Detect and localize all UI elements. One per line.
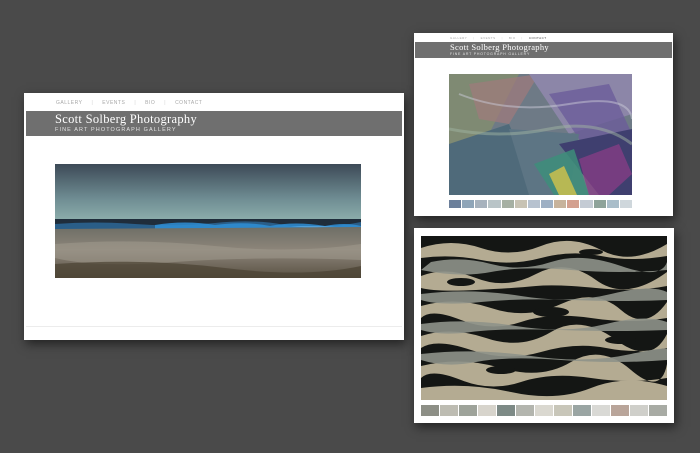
nav-item-gallery[interactable]: Gallery bbox=[450, 36, 467, 40]
nav-separator: | bbox=[521, 36, 523, 40]
thumbnail[interactable] bbox=[606, 200, 619, 208]
nav-separator: | bbox=[134, 100, 137, 106]
thumbnail[interactable] bbox=[619, 200, 632, 208]
thumbnail[interactable] bbox=[462, 200, 475, 208]
abstract-image bbox=[449, 74, 632, 195]
thumbnail[interactable] bbox=[475, 200, 488, 208]
thumbnail[interactable] bbox=[514, 200, 527, 208]
site-subtitle: FINE ART PHOTOGRAPH GALLERY bbox=[450, 52, 531, 56]
thumbnail[interactable] bbox=[593, 200, 606, 208]
thumbnail[interactable] bbox=[527, 200, 540, 208]
nav-bar: Gallery | Events | Bio | Contact bbox=[450, 36, 547, 40]
screenshot-top-right: Gallery | Events | Bio | Contact Scott S… bbox=[414, 33, 673, 216]
thumbnail[interactable] bbox=[540, 200, 554, 208]
thumbnail[interactable] bbox=[630, 405, 648, 416]
thumbnail[interactable] bbox=[592, 405, 610, 416]
featured-photo-abstract[interactable] bbox=[449, 74, 632, 195]
thumbnail[interactable] bbox=[567, 200, 580, 208]
thumbnail[interactable] bbox=[449, 200, 462, 208]
thumbnail[interactable] bbox=[497, 405, 515, 416]
thumbnail-strip bbox=[449, 200, 632, 208]
nav-separator: | bbox=[501, 36, 503, 40]
nav-item-contact[interactable]: Contact bbox=[529, 36, 547, 40]
site-title[interactable]: Scott Solberg Photography bbox=[450, 42, 549, 52]
nav-item-bio[interactable]: Bio bbox=[509, 36, 516, 40]
beach-image bbox=[55, 164, 361, 278]
thumbnail[interactable] bbox=[535, 405, 553, 416]
thumbnail[interactable] bbox=[516, 405, 534, 416]
thumbnail[interactable] bbox=[488, 200, 501, 208]
thumbnail[interactable] bbox=[580, 200, 593, 208]
nav-separator: | bbox=[473, 36, 475, 40]
nav-separator: | bbox=[91, 100, 94, 106]
featured-photo-beach[interactable] bbox=[55, 164, 361, 278]
nav-item-bio[interactable]: Bio bbox=[145, 100, 155, 106]
nav-separator: | bbox=[164, 100, 167, 106]
thumbnail[interactable] bbox=[440, 405, 458, 416]
nav-item-contact[interactable]: Contact bbox=[175, 100, 202, 106]
thumbnail[interactable] bbox=[421, 405, 439, 416]
nav-item-events[interactable]: Events bbox=[102, 100, 125, 106]
site-title[interactable]: Scott Solberg Photography bbox=[55, 112, 197, 127]
footer-divider bbox=[26, 326, 402, 327]
thumbnail[interactable] bbox=[459, 405, 477, 416]
nav-item-events[interactable]: Events bbox=[481, 36, 496, 40]
thumbnail[interactable] bbox=[611, 405, 629, 416]
thumbnail-strip bbox=[421, 405, 667, 416]
thumbnail[interactable] bbox=[554, 405, 572, 416]
thumbnail[interactable] bbox=[501, 200, 514, 208]
thumbnail[interactable] bbox=[554, 200, 567, 208]
nav-bar: Gallery | Events | Bio | Contact bbox=[56, 100, 202, 106]
nav-item-gallery[interactable]: Gallery bbox=[56, 100, 82, 106]
site-header: Scott Solberg Photography FINE ART PHOTO… bbox=[26, 111, 402, 136]
thumbnail[interactable] bbox=[649, 405, 667, 416]
featured-photo-water[interactable] bbox=[421, 236, 667, 400]
water-image bbox=[421, 236, 667, 400]
screenshot-left: Gallery | Events | Bio | Contact Scott S… bbox=[24, 93, 404, 340]
screenshot-bottom-right bbox=[414, 228, 674, 423]
site-subtitle: FINE ART PHOTOGRAPH GALLERY bbox=[55, 127, 177, 133]
thumbnail[interactable] bbox=[573, 405, 591, 416]
thumbnail[interactable] bbox=[478, 405, 496, 416]
site-header: Scott Solberg Photography FINE ART PHOTO… bbox=[415, 42, 672, 58]
